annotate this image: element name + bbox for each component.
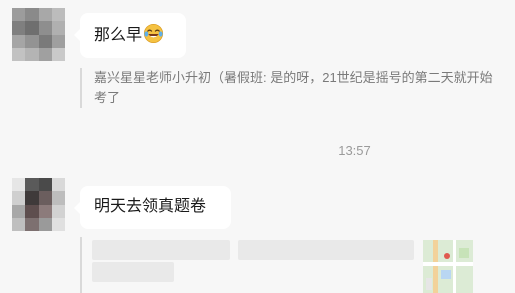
laughing-tears-emoji-icon	[143, 23, 164, 44]
quoted-image-thumbnail[interactable]	[423, 240, 473, 293]
quoted-message-text: 嘉兴星星老师小升初（暑假班: 是的呀，21世纪是摇号的第二天就开始考了	[94, 70, 493, 105]
map-thumbnail-icon	[423, 240, 473, 293]
avatar[interactable]	[12, 8, 65, 61]
message-bubble[interactable]: 那么早	[74, 13, 186, 58]
blurred-quoted-text	[238, 240, 414, 260]
quoted-message-bar	[80, 237, 82, 293]
avatar[interactable]	[12, 178, 65, 231]
timestamp-text: 13:57	[338, 143, 371, 158]
quoted-message[interactable]: 嘉兴星星老师小升初（暑假班: 是的呀，21世纪是摇号的第二天就开始考了	[80, 68, 500, 108]
timestamp: 13:57	[0, 141, 515, 161]
blurred-quoted-text	[92, 262, 174, 282]
message-bubble[interactable]: 明天去领真题卷	[74, 186, 231, 229]
message-text: 那么早	[94, 27, 143, 44]
blurred-quoted-text	[92, 240, 230, 260]
message-text: 明天去领真题卷	[94, 198, 207, 215]
